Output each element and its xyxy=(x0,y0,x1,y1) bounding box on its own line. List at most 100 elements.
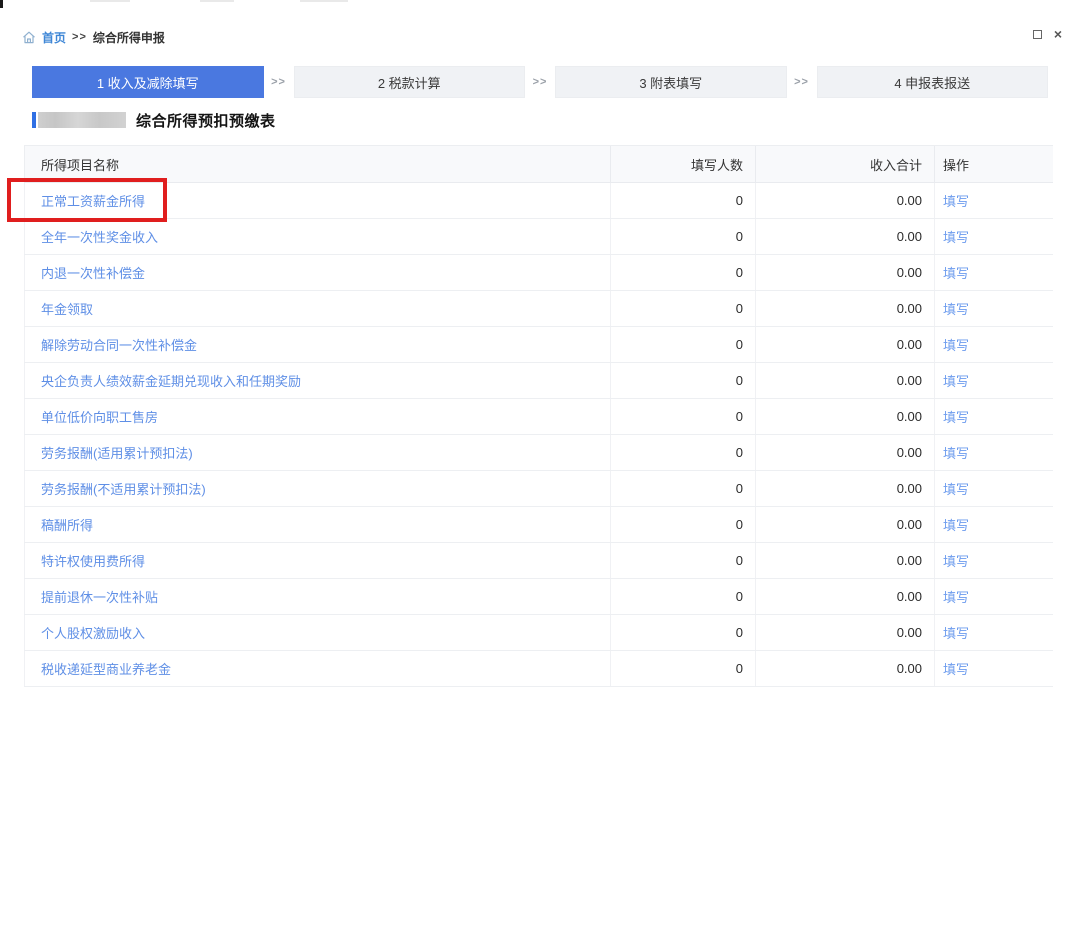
table-row: 单位低价向职工售房00.00填写 xyxy=(25,399,1053,435)
income-total-value: 0.00 xyxy=(756,399,935,435)
fill-count-value: 0 xyxy=(611,327,756,363)
step-tax-calculation[interactable]: 2 税款计算 xyxy=(294,66,526,98)
fill-count-value: 0 xyxy=(611,435,756,471)
fill-count-value: 0 xyxy=(611,255,756,291)
operation-cell: 填写 xyxy=(935,651,1053,687)
income-item-cell: 央企负责人绩效薪金延期兑现收入和任期奖励 xyxy=(25,363,611,399)
income-total-value: 0.00 xyxy=(756,291,935,327)
table-row: 税收递延型商业养老金 00.00 填写 xyxy=(25,651,1053,687)
fill-count-value: 0 xyxy=(611,471,756,507)
step-return-submission[interactable]: 4 申报表报送 xyxy=(817,66,1049,98)
breadcrumb: 首页 >> 综合所得申报 xyxy=(22,28,165,46)
table-row: 年金领取00.00填写 xyxy=(25,291,1053,327)
fill-link[interactable]: 填写 xyxy=(943,194,969,209)
column-header-operation: 操作 xyxy=(935,146,1053,183)
fill-link[interactable]: 填写 xyxy=(943,266,969,281)
income-item-cell: 内退一次性补偿金 xyxy=(25,255,611,291)
fill-count-value: 0 xyxy=(611,615,756,651)
income-item-link[interactable]: 劳务报酬(不适用累计预扣法) xyxy=(41,482,206,497)
income-item-link[interactable]: 单位低价向职工售房 xyxy=(41,410,158,425)
operation-cell: 填写 xyxy=(935,183,1053,219)
income-item-cell: 年金领取 xyxy=(25,291,611,327)
income-total-value: 0.00 xyxy=(756,543,935,579)
income-item-link[interactable]: 解除劳动合同一次性补偿金 xyxy=(41,338,197,353)
column-header-income-total: 收入合计 xyxy=(756,146,935,183)
income-item-link[interactable]: 个人股权激励收入 xyxy=(41,626,145,641)
step-separator-icon: >> xyxy=(787,76,817,88)
maximize-icon[interactable] xyxy=(1033,30,1042,39)
income-total-value: 0.00 xyxy=(756,615,935,651)
income-total-value: 0.00 xyxy=(756,435,935,471)
income-item-cell: 正常工资薪金所得 xyxy=(25,183,611,219)
window-controls: × xyxy=(1033,28,1062,40)
income-item-link[interactable]: 劳务报酬(适用累计预扣法) xyxy=(41,446,193,461)
income-item-cell: 解除劳动合同一次性补偿金 xyxy=(25,327,611,363)
table-row: 劳务报酬(适用累计预扣法) 00.00 填写 xyxy=(25,435,1053,471)
crop-artifact xyxy=(300,0,348,2)
form-title-row: 综合所得预扣预缴表 xyxy=(32,110,276,130)
income-item-link[interactable]: 内退一次性补偿金 xyxy=(41,266,145,281)
step-schedule-filling[interactable]: 3 附表填写 xyxy=(555,66,787,98)
fill-link[interactable]: 填写 xyxy=(943,446,969,461)
fill-count-value: 0 xyxy=(611,579,756,615)
income-item-link[interactable]: 年金领取 xyxy=(41,302,93,317)
table-row: 正常工资薪金所得00.00填写 xyxy=(25,183,1053,219)
income-item-cell: 特许权使用费所得 xyxy=(25,543,611,579)
fill-link[interactable]: 填写 xyxy=(943,374,969,389)
operation-cell: 填写 xyxy=(935,507,1053,543)
fill-count-value: 0 xyxy=(611,219,756,255)
income-item-link[interactable]: 提前退休一次性补贴 xyxy=(41,590,158,605)
operation-cell: 填写 xyxy=(935,363,1053,399)
breadcrumb-current: 综合所得申报 xyxy=(93,29,165,46)
step-income-deduction[interactable]: 1 收入及减除填写 xyxy=(32,66,264,98)
income-item-link[interactable]: 特许权使用费所得 xyxy=(41,554,145,569)
breadcrumb-separator: >> xyxy=(72,31,87,43)
income-total-value: 0.00 xyxy=(756,579,935,615)
income-item-link[interactable]: 税收递延型商业养老金 xyxy=(41,662,171,677)
crop-artifact xyxy=(90,0,130,2)
fill-link[interactable]: 填写 xyxy=(943,482,969,497)
table-row: 提前退休一次性补贴 00.00 填写 xyxy=(25,579,1053,615)
page-title: 综合所得预扣预缴表 xyxy=(136,110,276,131)
operation-cell: 填写 xyxy=(935,615,1053,651)
close-icon[interactable]: × xyxy=(1054,28,1062,40)
fill-link[interactable]: 填写 xyxy=(943,518,969,533)
fill-count-value: 0 xyxy=(611,651,756,687)
operation-cell: 填写 xyxy=(935,543,1053,579)
income-table-body: 正常工资薪金所得00.00填写全年一次性奖金收入00.00填写内退一次性补偿金0… xyxy=(25,183,1053,687)
income-total-value: 0.00 xyxy=(756,651,935,687)
income-total-value: 0.00 xyxy=(756,363,935,399)
operation-cell: 填写 xyxy=(935,399,1053,435)
operation-cell: 填写 xyxy=(935,255,1053,291)
income-total-value: 0.00 xyxy=(756,255,935,291)
income-item-link[interactable]: 全年一次性奖金收入 xyxy=(41,230,158,245)
fill-link[interactable]: 填写 xyxy=(943,410,969,425)
table-row: 稿酬所得00.00填写 xyxy=(25,507,1053,543)
table-header-row: 所得项目名称 填写人数 收入合计 操作 xyxy=(25,146,1053,183)
fill-link[interactable]: 填写 xyxy=(943,338,969,353)
income-total-value: 0.00 xyxy=(756,219,935,255)
operation-cell: 填写 xyxy=(935,327,1053,363)
breadcrumb-home-link[interactable]: 首页 xyxy=(42,29,66,46)
fill-link[interactable]: 填写 xyxy=(943,554,969,569)
fill-link[interactable]: 填写 xyxy=(943,662,969,677)
operation-cell: 填写 xyxy=(935,471,1053,507)
declaration-window: 首页 >> 综合所得申报 × 1 收入及减除填写 >> 2 税款计算 >> 3 … xyxy=(0,0,1080,943)
column-header-fill-count: 填写人数 xyxy=(611,146,756,183)
income-item-cell: 稿酬所得 xyxy=(25,507,611,543)
income-item-link[interactable]: 稿酬所得 xyxy=(41,518,93,533)
crop-artifact xyxy=(200,0,234,2)
table-row: 个人股权激励收入 00.00 填写 xyxy=(25,615,1053,651)
income-item-link[interactable]: 正常工资薪金所得 xyxy=(41,194,145,209)
fill-link[interactable]: 填写 xyxy=(943,626,969,641)
fill-link[interactable]: 填写 xyxy=(943,230,969,245)
income-item-cell: 税收递延型商业养老金 xyxy=(25,651,611,687)
income-item-cell: 劳务报酬(不适用累计预扣法) xyxy=(25,471,611,507)
fill-link[interactable]: 填写 xyxy=(943,302,969,317)
fill-link[interactable]: 填写 xyxy=(943,590,969,605)
step-separator-icon: >> xyxy=(264,76,294,88)
income-item-link[interactable]: 央企负责人绩效薪金延期兑现收入和任期奖励 xyxy=(41,374,301,389)
home-icon[interactable] xyxy=(22,31,36,44)
operation-cell: 填写 xyxy=(935,579,1053,615)
income-item-cell: 全年一次性奖金收入 xyxy=(25,219,611,255)
